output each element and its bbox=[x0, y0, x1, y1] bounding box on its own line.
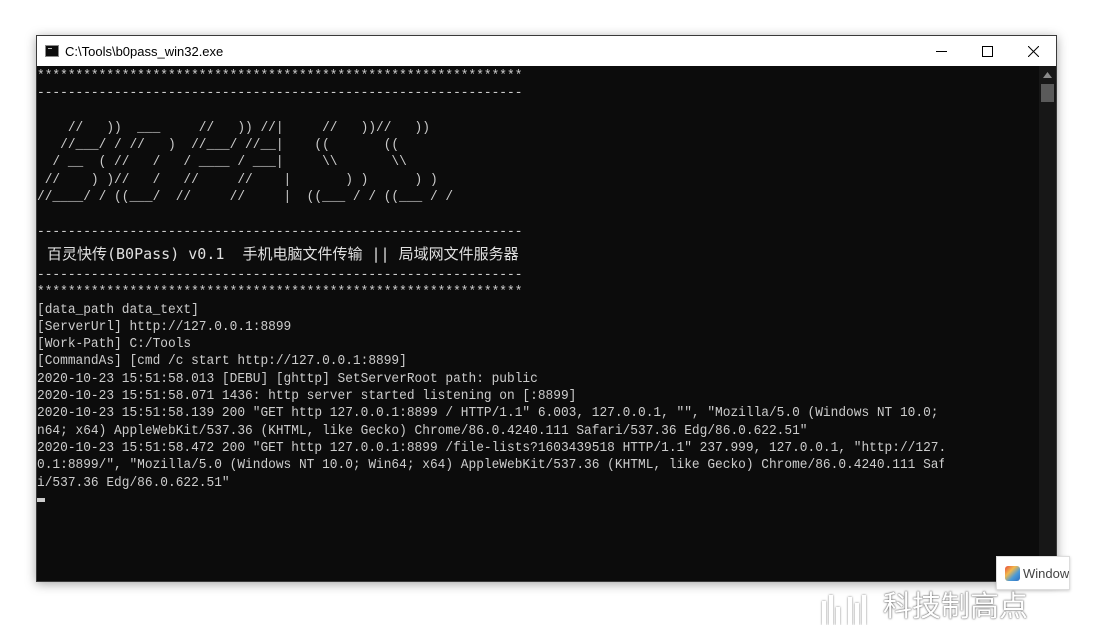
console-line: ****************************************… bbox=[37, 284, 523, 301]
console-line: 0.1:8899/", "Mozilla/5.0 (Windows NT 10.… bbox=[37, 457, 944, 474]
console-output[interactable]: ****************************************… bbox=[37, 66, 1039, 581]
console-line: [ServerUrl] http://127.0.0.1:8899 bbox=[37, 318, 292, 335]
vertical-scrollbar[interactable] bbox=[1039, 66, 1056, 581]
close-icon bbox=[1027, 45, 1039, 57]
maximize-button[interactable] bbox=[964, 36, 1010, 66]
console-window[interactable]: C:\Tools\b0pass_win32.exe **************… bbox=[36, 35, 1057, 582]
watermark-text: 科技制高点 bbox=[883, 589, 1029, 623]
minimize-button[interactable] bbox=[918, 36, 964, 66]
title-bar[interactable]: C:\Tools\b0pass_win32.exe bbox=[37, 36, 1056, 66]
console-line: ----------------------------------------… bbox=[37, 266, 523, 283]
ascii-art-line: // ) )// / // // | ) ) ) ) bbox=[37, 171, 438, 188]
app-banner-title: 百灵快传(B0Pass) v0.1 手机电脑文件传输 || 局域网文件服务器 bbox=[47, 244, 519, 263]
scroll-thumb[interactable] bbox=[1041, 84, 1054, 102]
minimize-icon bbox=[935, 50, 947, 52]
ascii-art-line: //____/ / ((___/ // // | ((___ / / ((___… bbox=[37, 189, 454, 206]
watermark: 科技制高点 bbox=[822, 573, 1028, 625]
ascii-art-line: / __ ( // / / ____ / ___| \\ \\ bbox=[37, 154, 407, 171]
console-line: [CommandAs] [cmd /c start http://127.0.0… bbox=[37, 353, 407, 370]
console-line: [data_path data_text] bbox=[37, 301, 199, 318]
console-line: [Work-Path] C:/Tools bbox=[37, 336, 192, 353]
console-line: ----------------------------------------… bbox=[37, 223, 523, 240]
scroll-up-arrow-icon[interactable] bbox=[1039, 66, 1056, 83]
maximize-icon bbox=[981, 45, 993, 57]
popup-text: Window bbox=[1023, 565, 1070, 581]
text-cursor bbox=[37, 497, 45, 502]
console-line: 2020-10-23 15:51:58.071 1436: http serve… bbox=[37, 388, 577, 405]
close-button[interactable] bbox=[1010, 36, 1056, 66]
console-line: 2020-10-23 15:51:58.013 [DEBU] [ghttp] S… bbox=[37, 370, 538, 387]
console-line: i/537.36 Edg/86.0.622.51" bbox=[37, 474, 230, 491]
console-app-icon bbox=[45, 45, 59, 57]
console-line: n64; x64) AppleWebKit/537.36 (KHTML, lik… bbox=[37, 422, 808, 439]
ascii-art-line: //___/ / // ) //___/ //__| (( (( bbox=[37, 137, 400, 154]
console-line: 2020-10-23 15:51:58.139 200 "GET http 12… bbox=[37, 405, 944, 422]
console-line: ****************************************… bbox=[37, 68, 523, 84]
console-line: ----------------------------------------… bbox=[37, 85, 523, 102]
window-title: C:\Tools\b0pass_win32.exe bbox=[65, 43, 224, 59]
window-controls bbox=[918, 36, 1056, 66]
console-line: 2020-10-23 15:51:58.472 200 "GET http 12… bbox=[37, 439, 944, 456]
ascii-art-line: // )) ___ // )) //| // ))// )) bbox=[37, 119, 430, 136]
